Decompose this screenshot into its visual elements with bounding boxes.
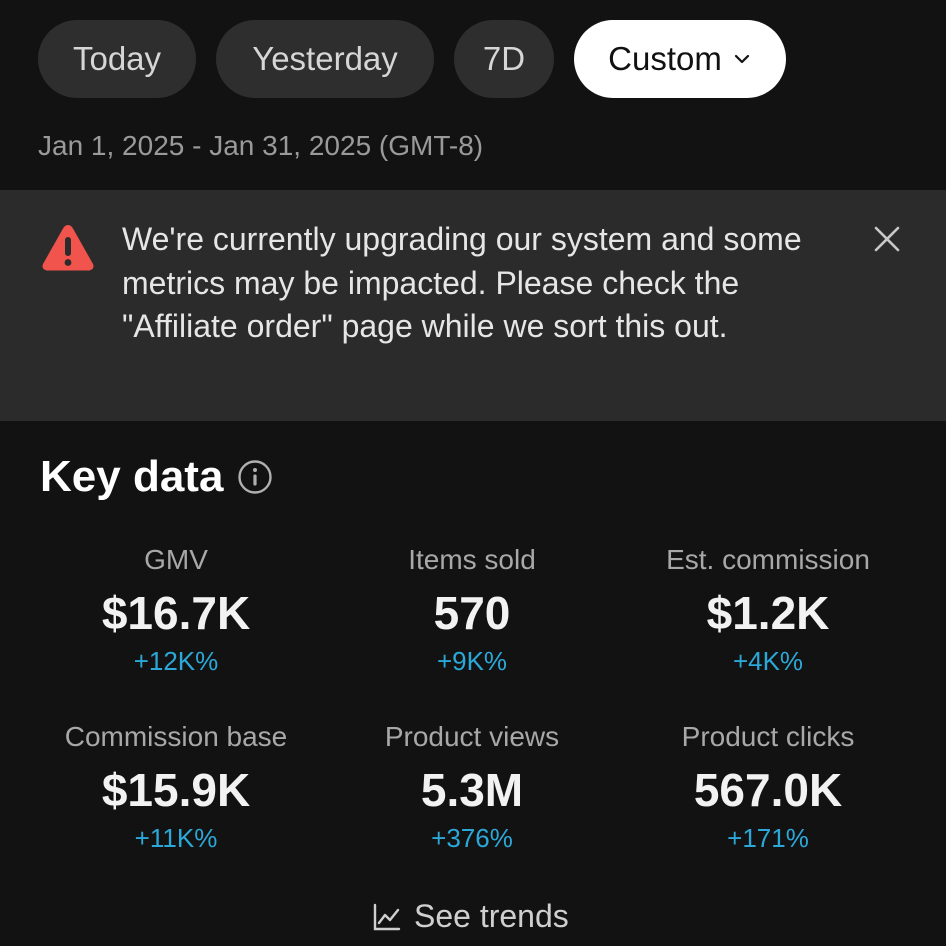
metric-label: Est. commission [666,544,870,575]
banner-message: We're currently upgrading our system and… [122,221,802,344]
key-data-title: Key data [40,452,224,501]
metric-value: $16.7K [101,587,251,639]
metric-label: GMV [144,544,208,575]
metric-value: $1.2K [706,587,830,639]
metric-value: 567.0K [693,764,843,816]
key-data-header: Key data [40,452,273,502]
chevron-down-icon [734,54,749,64]
trend-chart-icon [373,903,401,930]
metric-change: +12K% [133,646,219,676]
metric-label: Commission base [64,721,288,752]
metric-product-views[interactable]: Product views 5.3M +376% [324,721,620,854]
metric-value: 570 [433,587,511,639]
metric-items-sold[interactable]: Items sold 570 +9K% [324,544,620,677]
info-icon[interactable] [237,459,273,495]
metric-label: Items sold [408,544,536,575]
filter-7d-button[interactable]: 7D [454,20,554,98]
metric-est-commission[interactable]: Est. commission $1.2K +4K% [620,544,916,677]
metric-change: +171% [727,823,809,853]
metric-change: +376% [431,823,513,853]
filter-custom-label: Custom [608,40,722,77]
metric-value: $15.9K [101,764,251,816]
filter-yesterday-button[interactable]: Yesterday [216,20,434,98]
metric-label: Product views [384,721,560,752]
metric-gmv[interactable]: GMV $16.7K +12K% [28,544,324,677]
metric-label: Product clicks [681,721,855,752]
metric-value: 5.3M [420,764,524,816]
metric-change: +9K% [436,646,508,676]
metric-change: +4K% [732,646,804,676]
date-filter-bar: Today Yesterday 7D Custom [38,20,786,98]
see-trends-label: See trends [414,898,569,934]
filter-custom-dropdown[interactable]: Custom [574,20,786,98]
metric-change: +11K% [134,823,218,853]
metric-commission-base[interactable]: Commission base $15.9K +11K% [28,721,324,854]
date-range-label: Jan 1, 2025 - Jan 31, 2025 (GMT-8) [38,130,484,161]
warning-icon [42,225,94,271]
close-icon[interactable] [872,224,902,254]
metric-product-clicks[interactable]: Product clicks 567.0K +171% [620,721,916,854]
see-trends-button[interactable]: See trends [372,898,569,935]
filter-today-button[interactable]: Today [38,20,196,98]
